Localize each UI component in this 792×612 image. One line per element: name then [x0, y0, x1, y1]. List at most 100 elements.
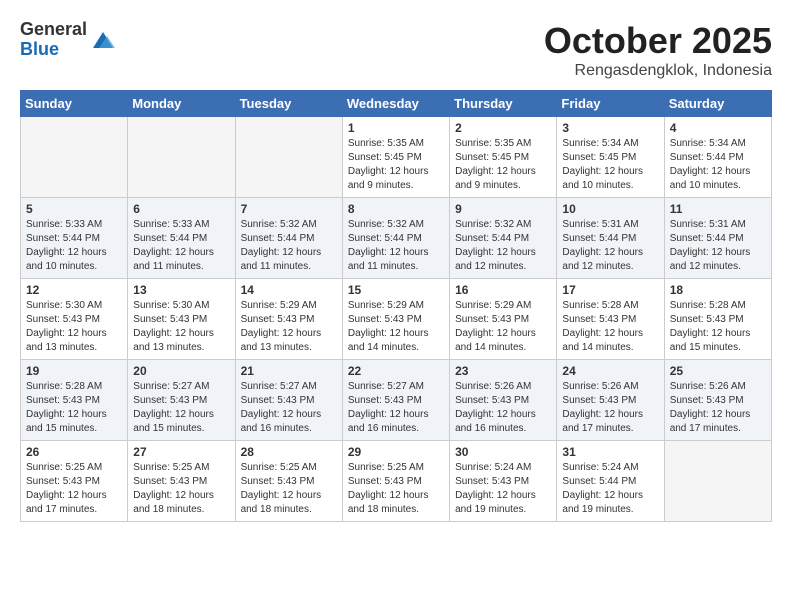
calendar-cell — [664, 441, 771, 522]
weekday-header-saturday: Saturday — [664, 91, 771, 117]
cell-content: Sunrise: 5:30 AMSunset: 5:43 PMDaylight:… — [26, 299, 122, 355]
calendar-cell: 15 Sunrise: 5:29 AMSunset: 5:43 PMDayligh… — [342, 279, 449, 360]
cell-content: Sunrise: 5:25 AMSunset: 5:43 PMDaylight:… — [133, 461, 229, 517]
cell-content: Sunrise: 5:25 AMSunset: 5:43 PMDaylight:… — [26, 461, 122, 517]
calendar-cell: 23 Sunrise: 5:26 AMSunset: 5:43 PMDayligh… — [450, 360, 557, 441]
calendar-cell: 29 Sunrise: 5:25 AMSunset: 5:43 PMDayligh… — [342, 441, 449, 522]
cell-content: Sunrise: 5:30 AMSunset: 5:43 PMDaylight:… — [133, 299, 229, 355]
cell-content: Sunrise: 5:34 AMSunset: 5:45 PMDaylight:… — [562, 137, 658, 193]
calendar-cell: 12 Sunrise: 5:30 AMSunset: 5:43 PMDayligh… — [21, 279, 128, 360]
weekday-header-sunday: Sunday — [21, 91, 128, 117]
day-number: 2 — [455, 121, 551, 135]
title-block: October 2025 Rengasdengklok, Indonesia — [544, 20, 772, 80]
calendar-cell: 27 Sunrise: 5:25 AMSunset: 5:43 PMDayligh… — [128, 441, 235, 522]
cell-content: Sunrise: 5:34 AMSunset: 5:44 PMDaylight:… — [670, 137, 766, 193]
calendar-week-0: 1 Sunrise: 5:35 AMSunset: 5:45 PMDaylight… — [21, 117, 772, 198]
day-number: 25 — [670, 364, 766, 378]
calendar-cell: 13 Sunrise: 5:30 AMSunset: 5:43 PMDayligh… — [128, 279, 235, 360]
weekday-header-monday: Monday — [128, 91, 235, 117]
day-number: 26 — [26, 445, 122, 459]
day-number: 20 — [133, 364, 229, 378]
calendar-week-4: 26 Sunrise: 5:25 AMSunset: 5:43 PMDayligh… — [21, 441, 772, 522]
cell-content: Sunrise: 5:32 AMSunset: 5:44 PMDaylight:… — [348, 218, 444, 274]
calendar-week-1: 5 Sunrise: 5:33 AMSunset: 5:44 PMDaylight… — [21, 198, 772, 279]
cell-content: Sunrise: 5:32 AMSunset: 5:44 PMDaylight:… — [455, 218, 551, 274]
cell-content: Sunrise: 5:26 AMSunset: 5:43 PMDaylight:… — [455, 380, 551, 436]
calendar-cell: 8Sunrise: 5:32 AMSunset: 5:44 PMDaylight… — [342, 198, 449, 279]
day-number: 18 — [670, 283, 766, 297]
day-number: 24 — [562, 364, 658, 378]
calendar-cell: 19 Sunrise: 5:28 AMSunset: 5:43 PMDayligh… — [21, 360, 128, 441]
logo-general-text: General — [20, 19, 87, 39]
calendar-cell: 31Sunrise: 5:24 AMSunset: 5:44 PMDayligh… — [557, 441, 664, 522]
cell-content: Sunrise: 5:26 AMSunset: 5:43 PMDaylight:… — [670, 380, 766, 436]
calendar-cell — [128, 117, 235, 198]
calendar-cell: 14 Sunrise: 5:29 AMSunset: 5:43 PMDayligh… — [235, 279, 342, 360]
day-number: 9 — [455, 202, 551, 216]
calendar-cell: 18 Sunrise: 5:28 AMSunset: 5:43 PMDayligh… — [664, 279, 771, 360]
logo-blue-text: Blue — [20, 39, 59, 59]
calendar-cell: 2 Sunrise: 5:35 AMSunset: 5:45 PMDaylight… — [450, 117, 557, 198]
day-number: 17 — [562, 283, 658, 297]
cell-content: Sunrise: 5:31 AMSunset: 5:44 PMDaylight:… — [562, 218, 658, 274]
day-number: 1 — [348, 121, 444, 135]
cell-content: Sunrise: 5:32 AMSunset: 5:44 PMDaylight:… — [241, 218, 337, 274]
day-number: 15 — [348, 283, 444, 297]
calendar-cell: 26 Sunrise: 5:25 AMSunset: 5:43 PMDayligh… — [21, 441, 128, 522]
cell-content: Sunrise: 5:35 AMSunset: 5:45 PMDaylight:… — [348, 137, 444, 193]
day-number: 3 — [562, 121, 658, 135]
calendar-cell: 16 Sunrise: 5:29 AMSunset: 5:43 PMDayligh… — [450, 279, 557, 360]
day-number: 7 — [241, 202, 337, 216]
day-number: 5 — [26, 202, 122, 216]
calendar-cell: 17 Sunrise: 5:28 AMSunset: 5:43 PMDayligh… — [557, 279, 664, 360]
cell-content: Sunrise: 5:25 AMSunset: 5:43 PMDaylight:… — [348, 461, 444, 517]
cell-content: Sunrise: 5:25 AMSunset: 5:43 PMDaylight:… — [241, 461, 337, 517]
cell-content: Sunrise: 5:28 AMSunset: 5:43 PMDaylight:… — [26, 380, 122, 436]
calendar-cell: 4 Sunrise: 5:34 AMSunset: 5:44 PMDaylight… — [664, 117, 771, 198]
cell-content: Sunrise: 5:35 AMSunset: 5:45 PMDaylight:… — [455, 137, 551, 193]
cell-content: Sunrise: 5:27 AMSunset: 5:43 PMDaylight:… — [241, 380, 337, 436]
cell-content: Sunrise: 5:33 AMSunset: 5:44 PMDaylight:… — [133, 218, 229, 274]
calendar-cell: 7 Sunrise: 5:32 AMSunset: 5:44 PMDaylight… — [235, 198, 342, 279]
calendar-header-row: SundayMondayTuesdayWednesdayThursdayFrid… — [21, 91, 772, 117]
day-number: 22 — [348, 364, 444, 378]
calendar-cell: 25 Sunrise: 5:26 AMSunset: 5:43 PMDayligh… — [664, 360, 771, 441]
day-number: 11 — [670, 202, 766, 216]
calendar-cell: 20 Sunrise: 5:27 AMSunset: 5:43 PMDayligh… — [128, 360, 235, 441]
day-number: 14 — [241, 283, 337, 297]
calendar-cell: 9 Sunrise: 5:32 AMSunset: 5:44 PMDaylight… — [450, 198, 557, 279]
day-number: 4 — [670, 121, 766, 135]
day-number: 28 — [241, 445, 337, 459]
logo-icon — [89, 26, 117, 54]
day-number: 10 — [562, 202, 658, 216]
cell-content: Sunrise: 5:27 AMSunset: 5:43 PMDaylight:… — [133, 380, 229, 436]
day-number: 12 — [26, 283, 122, 297]
day-number: 27 — [133, 445, 229, 459]
cell-content: Sunrise: 5:29 AMSunset: 5:43 PMDaylight:… — [241, 299, 337, 355]
day-number: 19 — [26, 364, 122, 378]
weekday-header-friday: Friday — [557, 91, 664, 117]
day-number: 16 — [455, 283, 551, 297]
cell-content: Sunrise: 5:24 AMSunset: 5:43 PMDaylight:… — [455, 461, 551, 517]
calendar-cell: 11 Sunrise: 5:31 AMSunset: 5:44 PMDayligh… — [664, 198, 771, 279]
cell-content: Sunrise: 5:29 AMSunset: 5:43 PMDaylight:… — [455, 299, 551, 355]
day-number: 21 — [241, 364, 337, 378]
cell-content: Sunrise: 5:26 AMSunset: 5:43 PMDaylight:… — [562, 380, 658, 436]
day-number: 29 — [348, 445, 444, 459]
weekday-header-wednesday: Wednesday — [342, 91, 449, 117]
calendar-cell — [235, 117, 342, 198]
day-number: 31 — [562, 445, 658, 459]
cell-content: Sunrise: 5:28 AMSunset: 5:43 PMDaylight:… — [670, 299, 766, 355]
calendar-cell: 21 Sunrise: 5:27 AMSunset: 5:43 PMDayligh… — [235, 360, 342, 441]
calendar-cell: 5Sunrise: 5:33 AMSunset: 5:44 PMDaylight… — [21, 198, 128, 279]
logo: General Blue — [20, 20, 117, 60]
day-number: 23 — [455, 364, 551, 378]
day-number: 6 — [133, 202, 229, 216]
month-title: October 2025 — [544, 20, 772, 62]
cell-content: Sunrise: 5:31 AMSunset: 5:44 PMDaylight:… — [670, 218, 766, 274]
weekday-header-thursday: Thursday — [450, 91, 557, 117]
calendar-cell: 30Sunrise: 5:24 AMSunset: 5:43 PMDayligh… — [450, 441, 557, 522]
cell-content: Sunrise: 5:29 AMSunset: 5:43 PMDaylight:… — [348, 299, 444, 355]
day-number: 13 — [133, 283, 229, 297]
cell-content: Sunrise: 5:28 AMSunset: 5:43 PMDaylight:… — [562, 299, 658, 355]
